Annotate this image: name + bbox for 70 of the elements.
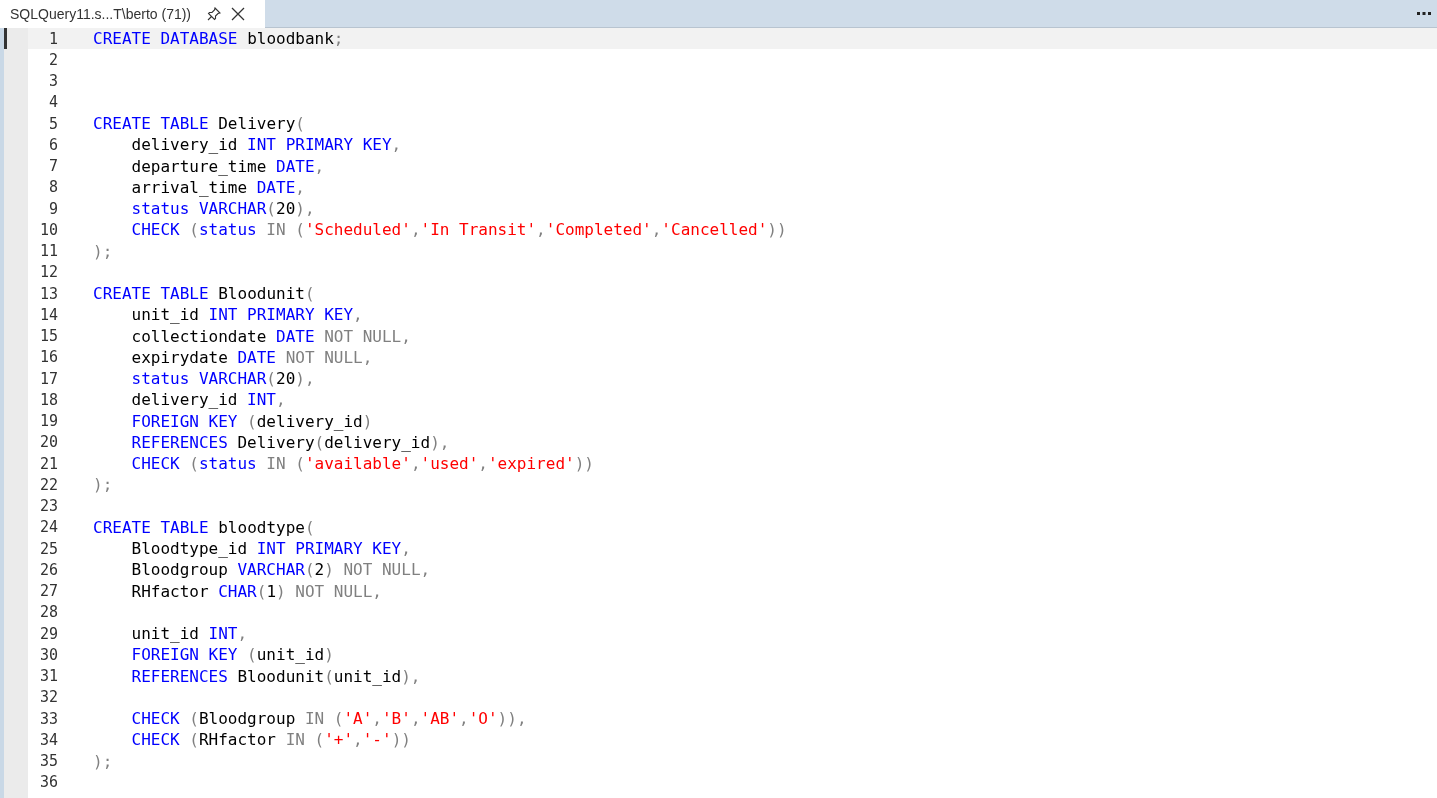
code-line: Bloodgroup VARCHAR(2) NOT NULL,: [130, 559, 431, 581]
code-line: arrival_time DATE,: [130, 176, 305, 198]
line-number: 1: [47, 29, 58, 48]
line-number: 22: [38, 475, 58, 494]
line-number: 13: [38, 284, 58, 303]
code-line: collectiondate DATE NOT NULL,: [130, 325, 411, 347]
line-number: 36: [38, 773, 58, 792]
line-number: 18: [38, 390, 58, 409]
line-number: 20: [38, 433, 58, 452]
line-number: 27: [38, 582, 58, 601]
code-line: );: [93, 474, 113, 496]
line-number: 3: [47, 72, 58, 91]
line-number: 5: [47, 114, 58, 133]
code-line: unit_id INT PRIMARY KEY,: [130, 304, 363, 326]
more-icon[interactable]: [1417, 11, 1431, 16]
line-number: 23: [38, 497, 58, 516]
line-number: 30: [38, 645, 58, 664]
line-number: 16: [38, 348, 58, 367]
code-line: departure_time DATE,: [130, 155, 325, 177]
code-line: CREATE TABLE Bloodunit(: [93, 283, 315, 305]
code-line: CREATE DATABASE bloodbank;: [93, 28, 344, 50]
code-line: status VARCHAR(20),: [130, 198, 315, 220]
code-line: REFERENCES Delivery(delivery_id),: [130, 431, 450, 453]
code-line: expirydate DATE NOT NULL,: [130, 346, 373, 368]
code-line: CHECK (status IN ('Scheduled','In Transit','Completed','Cancelled')): [130, 219, 787, 241]
line-number: 31: [38, 667, 58, 686]
line-number: 24: [38, 518, 58, 537]
line-number: 28: [38, 603, 58, 622]
line-number: 4: [47, 93, 58, 112]
code-line: CREATE TABLE bloodtype(: [93, 516, 315, 538]
line-number: 10: [38, 220, 58, 239]
line-number: 12: [38, 263, 58, 282]
line-number: 6: [47, 135, 58, 154]
code-line: CHECK (Bloodgroup IN ('A','B','AB','O')),: [130, 708, 527, 730]
code-line: RHfactor CHAR(1) NOT NULL,: [130, 580, 382, 602]
code-line: REFERENCES Bloodunit(unit_id),: [130, 665, 421, 687]
code-line: delivery_id INT PRIMARY KEY,: [130, 134, 402, 156]
line-number: 19: [38, 412, 58, 431]
line-number: 8: [47, 178, 58, 197]
code-line: FOREIGN KEY (unit_id): [130, 644, 334, 666]
line-number: 29: [38, 624, 58, 643]
line-number: 26: [38, 560, 58, 579]
code-line: Bloodtype_id INT PRIMARY KEY,: [130, 538, 411, 560]
line-number: 11: [38, 242, 58, 261]
document-tab[interactable]: SQLQuery11.s...T\berto (71)): [0, 0, 265, 28]
code-line: CHECK (RHfactor IN ('+','-')): [130, 729, 411, 751]
code-line: delivery_id INT,: [130, 389, 286, 411]
pin-icon[interactable]: [207, 6, 222, 21]
close-icon[interactable]: [231, 6, 246, 21]
line-number: 2: [47, 50, 58, 69]
code-line: );: [93, 240, 113, 262]
code-line: CHECK (status IN ('available','used','expired')): [130, 453, 594, 475]
current-line-marker: [4, 28, 7, 50]
tab-title: SQLQuery11.s...T\berto (71)): [10, 5, 192, 22]
code-line: FOREIGN KEY (delivery_id): [130, 410, 373, 432]
line-number: 25: [38, 539, 58, 558]
line-number: 32: [38, 688, 58, 707]
line-number: 17: [38, 369, 58, 388]
line-number: 34: [38, 730, 58, 749]
code-line: CREATE TABLE Delivery(: [93, 113, 305, 135]
code-line: unit_id INT,: [130, 623, 248, 645]
code-line: );: [93, 750, 113, 772]
line-number: 9: [47, 199, 58, 218]
line-number: 33: [38, 709, 58, 728]
line-number: 15: [38, 327, 58, 346]
code-line: status VARCHAR(20),: [130, 368, 315, 390]
line-number: 21: [38, 454, 58, 473]
line-number: 35: [38, 752, 58, 771]
line-number: 7: [47, 157, 58, 176]
line-number: 14: [38, 305, 58, 324]
